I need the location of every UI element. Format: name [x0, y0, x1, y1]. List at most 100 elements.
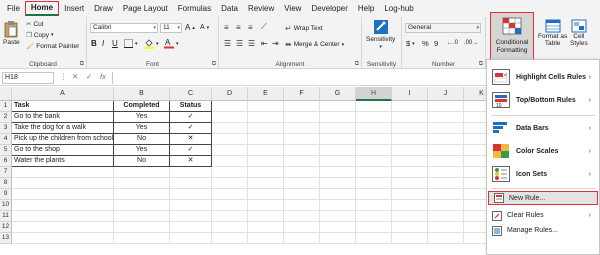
cell-c9[interactable]: [170, 189, 212, 200]
percent-button[interactable]: %: [422, 39, 429, 48]
cell-g4[interactable]: [320, 134, 356, 145]
tab-view[interactable]: View: [279, 1, 306, 16]
copy-button[interactable]: ❐ Copy ▾: [26, 31, 54, 40]
cell-j6[interactable]: [428, 156, 464, 167]
cell-a3[interactable]: Take the dog for a walk: [12, 123, 114, 134]
cell-c2[interactable]: ✓: [170, 112, 212, 123]
cell-c6[interactable]: ✕: [170, 156, 212, 167]
sensitivity-button[interactable]: Sensitivity ▾: [366, 19, 395, 50]
cell-e8[interactable]: [248, 178, 284, 189]
align-middle-icon[interactable]: ≡: [236, 23, 241, 32]
cell-g3[interactable]: [320, 123, 356, 134]
align-center-icon[interactable]: ☰: [236, 39, 243, 48]
cell-i4[interactable]: [392, 134, 428, 145]
cell-g12[interactable]: [320, 222, 356, 233]
cell-a1[interactable]: Task: [12, 101, 114, 112]
cell-j3[interactable]: [428, 123, 464, 134]
cell-d6[interactable]: [212, 156, 248, 167]
cell-i1[interactable]: [392, 101, 428, 112]
cell-b7[interactable]: [114, 167, 170, 178]
cell-i5[interactable]: [392, 145, 428, 156]
cell-j1[interactable]: [428, 101, 464, 112]
row-header-3[interactable]: 3: [0, 123, 12, 134]
color-scales-item[interactable]: Color Scales ›: [487, 140, 599, 162]
cell-d12[interactable]: [212, 222, 248, 233]
cell-i11[interactable]: [392, 211, 428, 222]
increase-decimal-icon[interactable]: ←.0: [447, 40, 458, 46]
cell-g7[interactable]: [320, 167, 356, 178]
currency-button[interactable]: $ ▾: [406, 39, 415, 48]
cell-j4[interactable]: [428, 134, 464, 145]
cell-b9[interactable]: [114, 189, 170, 200]
cell-h2[interactable]: [356, 112, 392, 123]
cell-b2[interactable]: Yes: [114, 112, 170, 123]
cell-e1[interactable]: [248, 101, 284, 112]
cell-a10[interactable]: [12, 200, 114, 211]
cell-h5[interactable]: [356, 145, 392, 156]
row-header-9[interactable]: 9: [0, 189, 12, 200]
cell-g11[interactable]: [320, 211, 356, 222]
select-all-corner[interactable]: [0, 87, 12, 101]
cell-d5[interactable]: [212, 145, 248, 156]
tab-file[interactable]: File: [2, 1, 25, 16]
cell-b1[interactable]: Completed: [114, 101, 170, 112]
cell-c1[interactable]: Status: [170, 101, 212, 112]
cell-e13[interactable]: [248, 233, 284, 244]
cell-d9[interactable]: [212, 189, 248, 200]
wrap-text-button[interactable]: ↵ Wrap Text: [285, 24, 323, 33]
cell-a4[interactable]: Pick up the children from school: [12, 134, 114, 145]
tab-page-layout[interactable]: Page Layout: [118, 1, 173, 16]
new-rule-item[interactable]: New Rule...: [488, 191, 598, 205]
cell-c7[interactable]: [170, 167, 212, 178]
formula-input[interactable]: [112, 72, 484, 84]
cell-d7[interactable]: [212, 167, 248, 178]
insert-function-icon[interactable]: fx: [100, 72, 106, 81]
cell-h3[interactable]: [356, 123, 392, 134]
column-header-e[interactable]: E: [248, 87, 284, 101]
cell-e2[interactable]: [248, 112, 284, 123]
cell-c12[interactable]: [170, 222, 212, 233]
cell-h1[interactable]: [356, 101, 392, 112]
cell-g1[interactable]: [320, 101, 356, 112]
cell-a12[interactable]: [12, 222, 114, 233]
cell-f12[interactable]: [284, 222, 320, 233]
orientation-icon[interactable]: ⟋: [261, 22, 267, 32]
cell-d13[interactable]: [212, 233, 248, 244]
cancel-icon[interactable]: ✕: [72, 72, 78, 81]
tab-help[interactable]: Help: [353, 1, 379, 16]
manage-rules-item[interactable]: Manage Rules...: [487, 224, 599, 237]
row-header-7[interactable]: 7: [0, 167, 12, 178]
format-painter-button[interactable]: 🖌 Format Painter: [26, 42, 79, 51]
cell-h10[interactable]: [356, 200, 392, 211]
cell-j8[interactable]: [428, 178, 464, 189]
clear-rules-item[interactable]: Clear Rules ›: [487, 209, 599, 222]
cell-d8[interactable]: [212, 178, 248, 189]
cell-f10[interactable]: [284, 200, 320, 211]
data-bars-item[interactable]: Data Bars ›: [487, 117, 599, 139]
fill-color-button[interactable]: ▾: [144, 39, 159, 49]
column-header-a[interactable]: A: [12, 87, 114, 101]
tab-data[interactable]: Data: [216, 1, 243, 16]
cell-b13[interactable]: [114, 233, 170, 244]
align-right-icon[interactable]: ☰: [248, 39, 255, 48]
dialog-launcher-icon[interactable]: ⧉: [479, 61, 483, 68]
enter-icon[interactable]: ✓: [86, 72, 92, 81]
cell-i3[interactable]: [392, 123, 428, 134]
cell-e9[interactable]: [248, 189, 284, 200]
tab-formulas[interactable]: Formulas: [173, 1, 216, 16]
cell-i9[interactable]: [392, 189, 428, 200]
font-name-combo[interactable]: Calibri ▾: [90, 23, 158, 33]
dialog-launcher-icon[interactable]: ⧉: [80, 61, 84, 68]
cell-g2[interactable]: [320, 112, 356, 123]
cell-f5[interactable]: [284, 145, 320, 156]
cell-f8[interactable]: [284, 178, 320, 189]
tab-review[interactable]: Review: [243, 1, 279, 16]
row-header-8[interactable]: 8: [0, 178, 12, 189]
cell-d1[interactable]: [212, 101, 248, 112]
cell-c8[interactable]: [170, 178, 212, 189]
grow-font-button[interactable]: A ▴: [185, 23, 195, 32]
decrease-decimal-icon[interactable]: .00→: [464, 40, 478, 46]
comma-button[interactable]: 9: [434, 39, 438, 48]
cell-g5[interactable]: [320, 145, 356, 156]
cell-e7[interactable]: [248, 167, 284, 178]
